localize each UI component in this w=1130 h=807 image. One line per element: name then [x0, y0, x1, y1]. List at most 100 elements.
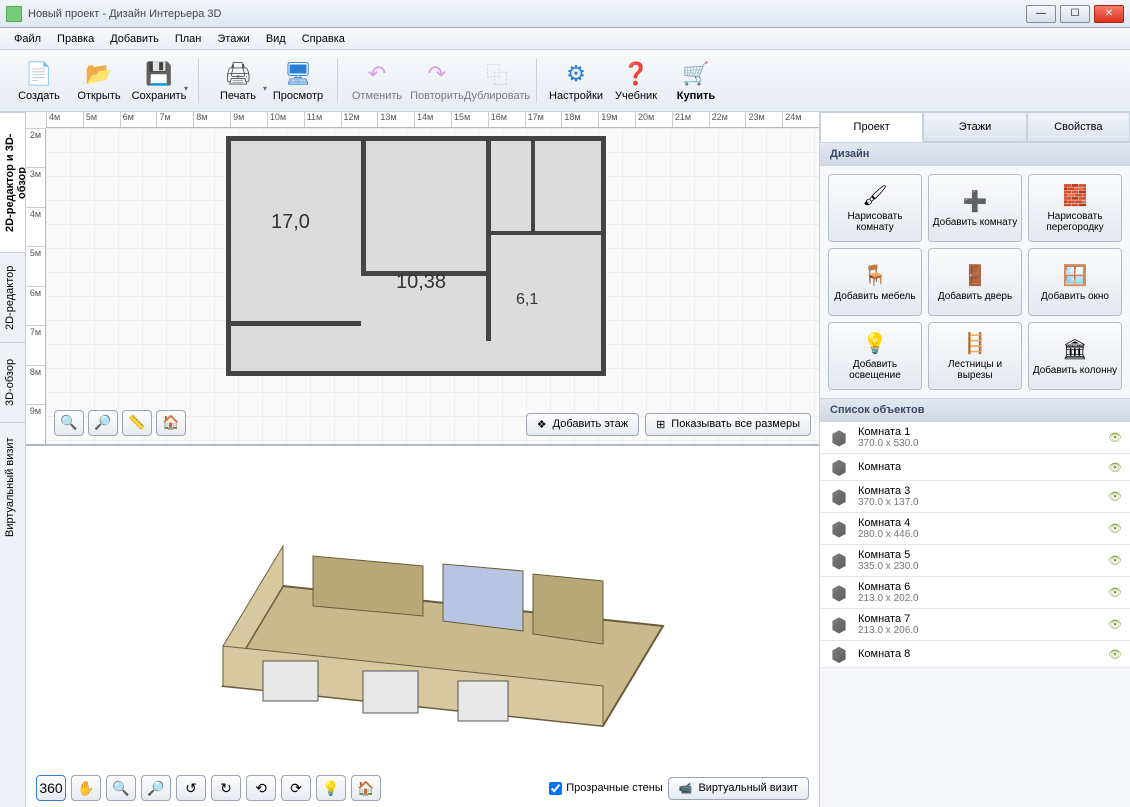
visibility-icon[interactable]: 👁: [1108, 522, 1122, 535]
zoom-in-button[interactable]: 🔎: [88, 410, 118, 436]
list-item[interactable]: Комната 4280.0 x 446.0👁: [820, 513, 1130, 545]
print-button[interactable]: 🖨Печать: [209, 54, 267, 107]
close-button[interactable]: ✕: [1094, 5, 1124, 23]
tutorial-button[interactable]: ❓Учебник: [607, 54, 665, 107]
light-toggle-button[interactable]: 💡: [316, 775, 346, 801]
draw-wall-button[interactable]: 🧱Нарисовать перегородку: [1028, 174, 1122, 242]
ruler-tick: 8м: [193, 112, 230, 127]
folder-icon: 📂: [85, 60, 113, 88]
main-area: 2D-редактор и 3D-обзор 2D-редактор 3D-об…: [0, 112, 1130, 807]
open-button[interactable]: 📂Открыть: [70, 54, 128, 107]
undo-button[interactable]: ↶Отменить: [348, 54, 406, 107]
list-item[interactable]: Комната 8👁: [820, 641, 1130, 668]
tab-2d-3d[interactable]: 2D-редактор и 3D-обзор: [0, 112, 25, 252]
tab-properties[interactable]: Свойства: [1027, 112, 1130, 142]
plan-2d-view[interactable]: 4м5м6м7м8м9м10м11м12м13м14м15м16м17м18м1…: [26, 112, 819, 446]
menu-file[interactable]: Файл: [6, 30, 49, 48]
home-button[interactable]: 🏠: [156, 410, 186, 436]
show-dimensions-button[interactable]: ⊞Показывать все размеры: [645, 413, 811, 436]
add-window-button[interactable]: 🪟Добавить окно: [1028, 248, 1122, 316]
virtual-visit-button[interactable]: 📹Виртуальный визит: [668, 777, 809, 800]
ruler-tick: 21м: [672, 112, 709, 127]
ruler-tick: 22м: [709, 112, 746, 127]
view-360-button[interactable]: 360: [36, 775, 66, 801]
ruler-tick: 17м: [525, 112, 562, 127]
tab-project[interactable]: Проект: [820, 112, 923, 142]
rotate-left-button[interactable]: ↺: [176, 775, 206, 801]
list-item[interactable]: Комната 6213.0 x 202.0👁: [820, 577, 1130, 609]
menu-plan[interactable]: План: [167, 30, 210, 48]
tab-3d-view[interactable]: 3D-обзор: [0, 342, 25, 422]
floorplan[interactable]: 17,0 10,38 6,1: [226, 136, 606, 376]
ruler-tick: 10м: [267, 112, 304, 127]
list-item[interactable]: Комната 1370.0 x 530.0👁: [820, 422, 1130, 454]
visibility-icon[interactable]: 👁: [1108, 618, 1122, 631]
add-door-button[interactable]: 🚪Добавить дверь: [928, 248, 1022, 316]
rotate-right-button[interactable]: ↻: [211, 775, 241, 801]
maximize-button[interactable]: ☐: [1060, 5, 1090, 23]
draw-room-button[interactable]: 🖌Нарисовать комнату: [828, 174, 922, 242]
room-icon: [828, 458, 850, 476]
ruler-tick: 14м: [414, 112, 451, 127]
list-item[interactable]: Комната 5335.0 x 230.0👁: [820, 545, 1130, 577]
list-item[interactable]: Комната 3370.0 x 137.0👁: [820, 481, 1130, 513]
list-item[interactable]: Комната 7213.0 x 206.0👁: [820, 609, 1130, 641]
add-column-button[interactable]: 🏛Добавить колонну: [1028, 322, 1122, 390]
ruler-tick: 18м: [561, 112, 598, 127]
add-room-button[interactable]: ➕Добавить комнату: [928, 174, 1022, 242]
visibility-icon[interactable]: 👁: [1108, 648, 1122, 661]
ruler-tick: 19м: [598, 112, 635, 127]
room-icon: [828, 520, 850, 538]
menu-edit[interactable]: Правка: [49, 30, 102, 48]
redo-button[interactable]: ↷Повторить: [408, 54, 466, 107]
settings-button[interactable]: ⚙Настройки: [547, 54, 605, 107]
room-icon: [828, 584, 850, 602]
menu-add[interactable]: Добавить: [102, 30, 167, 48]
zoom-in-3d-button[interactable]: 🔎: [141, 775, 171, 801]
ruler-tick: 6м: [120, 112, 157, 127]
buy-button[interactable]: 🛒Купить: [667, 54, 725, 107]
ruler-tick: 24м: [782, 112, 819, 127]
save-button[interactable]: 💾Сохранить: [130, 54, 188, 107]
visibility-icon[interactable]: 👁: [1108, 490, 1122, 503]
object-list[interactable]: Комната 1370.0 x 530.0👁Комната👁Комната 3…: [820, 422, 1130, 807]
ruler-tick: 12м: [341, 112, 378, 127]
visibility-icon[interactable]: 👁: [1108, 586, 1122, 599]
preview-button[interactable]: 🖥Просмотр: [269, 54, 327, 107]
tab-virtual-visit[interactable]: Виртуальный визит: [0, 422, 25, 552]
zoom-out-3d-button[interactable]: 🔍: [106, 775, 136, 801]
ruler-tick: 7м: [156, 112, 193, 127]
pan-button[interactable]: ✋: [71, 775, 101, 801]
transparent-walls-checkbox[interactable]: Прозрачные стены: [549, 782, 662, 795]
ruler-button[interactable]: 📏: [122, 410, 152, 436]
menu-floors[interactable]: Этажи: [209, 30, 257, 48]
door-icon: 🚪: [963, 263, 988, 288]
room-icon: [828, 616, 850, 634]
tilt-down-button[interactable]: ⟳: [281, 775, 311, 801]
minimize-button[interactable]: —: [1026, 5, 1056, 23]
add-furniture-button[interactable]: 🪑Добавить мебель: [828, 248, 922, 316]
view-3d[interactable]: 360 ✋ 🔍 🔎 ↺ ↻ ⟲ ⟳ 💡 🏠 Прозрачные стены 📹…: [26, 446, 819, 807]
room-icon: [828, 552, 850, 570]
ruler-tick: 23м: [745, 112, 782, 127]
add-lighting-button[interactable]: 💡Добавить освещение: [828, 322, 922, 390]
visibility-icon[interactable]: 👁: [1108, 554, 1122, 567]
tab-floors[interactable]: Этажи: [923, 112, 1026, 142]
menu-view[interactable]: Вид: [258, 30, 294, 48]
ruler-tick: 3м: [26, 167, 45, 206]
tilt-up-button[interactable]: ⟲: [246, 775, 276, 801]
visibility-icon[interactable]: 👁: [1108, 461, 1122, 474]
add-floor-button[interactable]: ❖Добавить этаж: [526, 413, 639, 436]
duplicate-button[interactable]: ⿻Дублировать: [468, 54, 526, 107]
toolbar-separator: [198, 58, 199, 103]
tab-2d-editor[interactable]: 2D-редактор: [0, 252, 25, 342]
menu-help[interactable]: Справка: [294, 30, 353, 48]
stairs-button[interactable]: 🪜Лестницы и вырезы: [928, 322, 1022, 390]
list-item[interactable]: Комната👁: [820, 454, 1130, 481]
ruler-tick: 20м: [635, 112, 672, 127]
room-area-label: 6,1: [516, 291, 538, 309]
zoom-out-button[interactable]: 🔍: [54, 410, 84, 436]
create-button[interactable]: 📄Создать: [10, 54, 68, 107]
home-3d-button[interactable]: 🏠: [351, 775, 381, 801]
visibility-icon[interactable]: 👁: [1108, 431, 1122, 444]
